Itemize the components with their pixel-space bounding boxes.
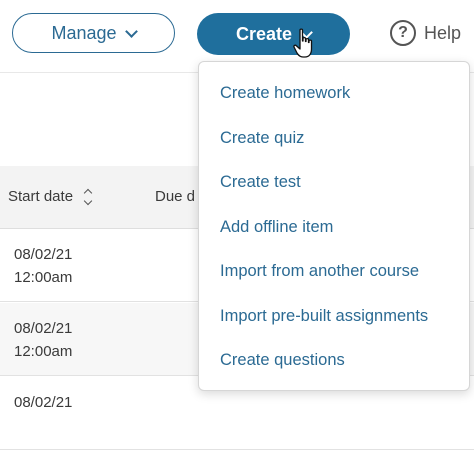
help-glyph: ? xyxy=(398,24,408,41)
column-header-label: Due d xyxy=(155,188,196,205)
create-button[interactable]: Create xyxy=(197,13,350,55)
start-date-cell: 08/02/21 12:00am xyxy=(14,317,72,363)
start-date-cell: 08/02/21 xyxy=(14,391,72,414)
column-header-label: Start date xyxy=(8,188,74,205)
menu-item-import-pre-built-assignments[interactable]: Import pre-built assignments xyxy=(220,307,428,326)
menu-item-add-offline-item[interactable]: Add offline item xyxy=(220,218,333,237)
create-button-label: Create xyxy=(235,23,293,44)
help-label: Help xyxy=(424,22,462,43)
menu-item-create-quiz[interactable]: Create quiz xyxy=(220,129,304,148)
sort-icon[interactable] xyxy=(83,188,93,205)
menu-item-create-questions[interactable]: Create questions xyxy=(220,351,345,370)
help-circle-icon: ? xyxy=(390,20,416,46)
start-date-value: 08/02/21 xyxy=(14,320,73,337)
start-date-value: 08/02/21 xyxy=(14,246,73,263)
chevron-down-icon xyxy=(124,24,138,38)
column-header-start-date[interactable]: Start date xyxy=(8,188,93,205)
create-dropdown-menu: Create homework Create quiz Create test … xyxy=(198,61,470,391)
toolbar: Manage Create ? Help xyxy=(0,0,474,70)
manage-button-label: Manage xyxy=(51,22,117,43)
menu-item-create-test[interactable]: Create test xyxy=(220,173,301,192)
start-date-value: 08/02/21 xyxy=(14,394,73,411)
manage-button[interactable]: Manage xyxy=(12,13,175,53)
help-link[interactable]: ? Help xyxy=(390,20,461,46)
start-date-cell: 08/02/21 12:00am xyxy=(14,243,72,289)
start-time-value: 12:00am xyxy=(14,343,73,360)
hand-pointer-icon xyxy=(293,28,313,58)
menu-item-import-from-another-course[interactable]: Import from another course xyxy=(220,262,419,281)
menu-item-create-homework[interactable]: Create homework xyxy=(220,84,350,103)
column-header-due-date[interactable]: Due d xyxy=(155,188,195,205)
start-time-value: 12:00am xyxy=(14,269,73,286)
